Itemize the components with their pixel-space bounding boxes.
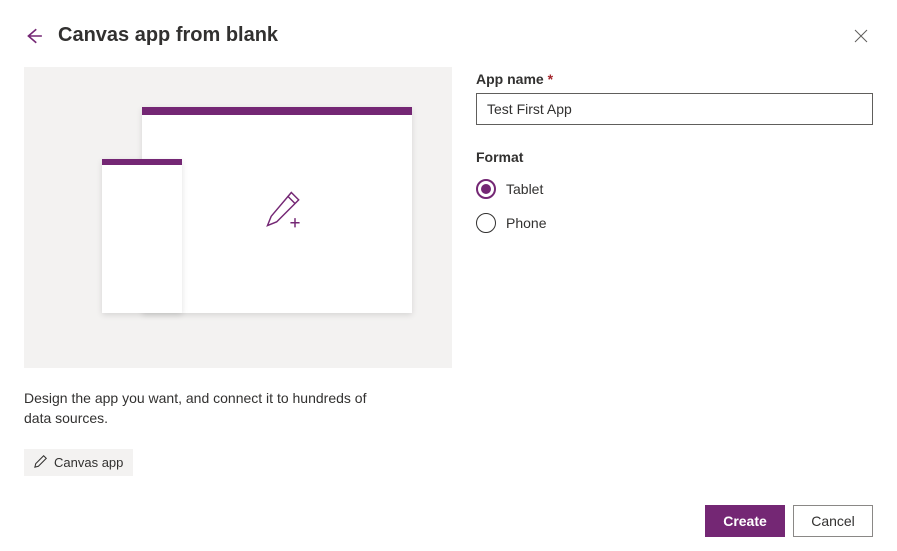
- pencil-plus-icon: [262, 187, 306, 231]
- description-text: Design the app you want, and connect it …: [24, 388, 384, 429]
- phone-preview-bar: [102, 159, 182, 165]
- radio-label-phone: Phone: [506, 215, 546, 231]
- dialog-footer: Create Cancel: [705, 505, 873, 537]
- radio-circle-tablet: [476, 179, 496, 199]
- left-panel: Design the app you want, and connect it …: [24, 67, 452, 476]
- right-panel: App name * Format Tablet Phone: [476, 67, 873, 476]
- radio-dot: [481, 184, 491, 194]
- cancel-button[interactable]: Cancel: [793, 505, 873, 537]
- radio-option-tablet[interactable]: Tablet: [476, 179, 873, 199]
- tablet-preview-bar: [142, 107, 412, 115]
- dialog-content: Design the app you want, and connect it …: [0, 59, 897, 476]
- page-title: Canvas app from blank: [58, 24, 278, 47]
- tag-label: Canvas app: [54, 455, 123, 470]
- canvas-app-tag: Canvas app: [24, 449, 133, 476]
- required-indicator: *: [548, 71, 553, 87]
- app-name-input[interactable]: [476, 93, 873, 125]
- app-name-label-text: App name: [476, 71, 544, 87]
- radio-option-phone[interactable]: Phone: [476, 213, 873, 233]
- format-section: Format Tablet Phone: [476, 149, 873, 233]
- create-button[interactable]: Create: [705, 505, 785, 537]
- phone-preview: [102, 159, 182, 313]
- close-icon[interactable]: [849, 24, 873, 48]
- dialog-header: Canvas app from blank: [0, 0, 897, 59]
- format-label: Format: [476, 149, 873, 165]
- app-name-label: App name *: [476, 71, 873, 87]
- radio-circle-phone: [476, 213, 496, 233]
- preview-illustration: [24, 67, 452, 368]
- pencil-icon: [34, 454, 48, 471]
- back-arrow-icon[interactable]: [24, 26, 44, 46]
- radio-label-tablet: Tablet: [506, 181, 543, 197]
